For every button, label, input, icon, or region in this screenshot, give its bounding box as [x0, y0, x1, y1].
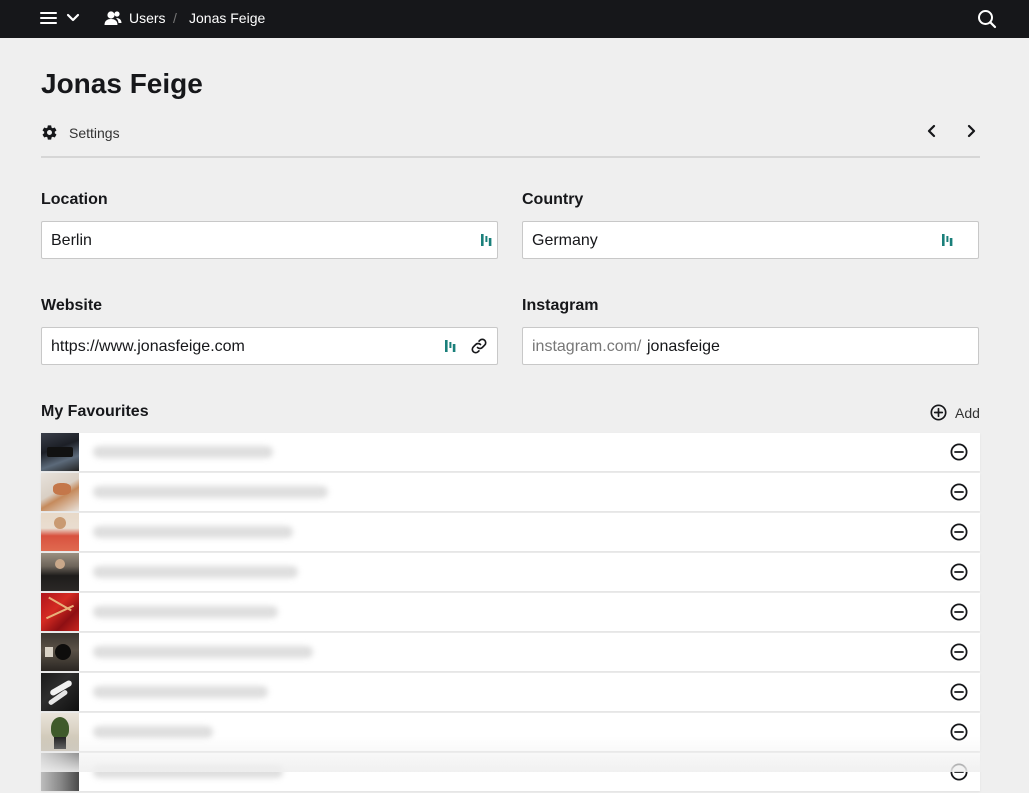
page-title: Jonas Feige: [41, 68, 203, 99]
blurred-title: [93, 686, 268, 698]
search-icon[interactable]: [977, 9, 997, 29]
blurred-title: [93, 486, 328, 498]
blurred-title: [93, 446, 273, 458]
chevron-right-icon[interactable]: [963, 123, 979, 139]
thumbnail-image: [41, 673, 79, 711]
thumbnail-image: [41, 593, 79, 631]
list-item[interactable]: [41, 473, 980, 511]
instagram-label: Instagram: [522, 297, 599, 314]
scroll-fade: [0, 736, 1029, 772]
remove-circle-icon[interactable]: [950, 523, 968, 541]
thumbnail-image: [41, 513, 79, 551]
add-label: Add: [955, 405, 980, 421]
breadcrumb-users[interactable]: Users: [129, 10, 166, 26]
chevron-down-icon[interactable]: [66, 11, 80, 25]
list-item[interactable]: [41, 433, 980, 471]
location-label: Location: [41, 191, 108, 208]
blurred-title: [93, 566, 298, 578]
breadcrumb-separator: /: [173, 10, 177, 26]
remove-circle-icon[interactable]: [950, 483, 968, 501]
blurred-title: [93, 606, 278, 618]
location-value: Berlin: [51, 232, 92, 249]
header-divider: [41, 156, 980, 158]
breadcrumb-current-user[interactable]: Jonas Feige: [189, 10, 265, 26]
add-circle-icon: [930, 404, 947, 421]
location-field[interactable]: Berlin: [41, 221, 498, 259]
list-item[interactable]: [41, 673, 980, 711]
list-item[interactable]: [41, 553, 980, 591]
website-value: https://www.jonasfeige.com: [51, 338, 245, 355]
thumbnail-image: [41, 433, 79, 471]
gear-icon: [42, 125, 57, 140]
blurred-title: [93, 646, 313, 658]
instagram-value: jonasfeige: [647, 338, 720, 355]
thumbnail-image: [41, 553, 79, 591]
country-field[interactable]: Germany: [522, 221, 979, 259]
blurred-title: [93, 526, 293, 538]
kirby-spellcheck-icon[interactable]: [444, 339, 456, 353]
remove-circle-icon[interactable]: [950, 563, 968, 581]
hamburger-icon[interactable]: [40, 11, 58, 25]
remove-circle-icon[interactable]: [950, 443, 968, 461]
thumbnail-image: [41, 633, 79, 671]
thumbnail-image: [41, 473, 79, 511]
link-icon[interactable]: [470, 337, 488, 355]
country-value: Germany: [532, 232, 598, 249]
instagram-field[interactable]: instagram.com/ jonasfeige: [522, 327, 979, 365]
kirby-spellcheck-icon[interactable]: [941, 233, 953, 247]
instagram-prefix: instagram.com/: [532, 338, 642, 355]
topbar: Users / Jonas Feige: [0, 0, 1029, 38]
users-icon: [104, 11, 122, 25]
remove-circle-icon[interactable]: [950, 643, 968, 661]
favourites-heading: My Favourites: [41, 403, 149, 420]
country-label: Country: [522, 191, 584, 208]
list-item[interactable]: [41, 593, 980, 631]
remove-circle-icon[interactable]: [950, 683, 968, 701]
list-item[interactable]: [41, 513, 980, 551]
website-field[interactable]: https://www.jonasfeige.com: [41, 327, 498, 365]
remove-circle-icon[interactable]: [950, 603, 968, 621]
kirby-spellcheck-icon[interactable]: [480, 233, 492, 247]
settings-label: Settings: [69, 125, 120, 141]
chevron-left-icon[interactable]: [924, 123, 940, 139]
list-item[interactable]: [41, 633, 980, 671]
website-label: Website: [41, 297, 103, 314]
